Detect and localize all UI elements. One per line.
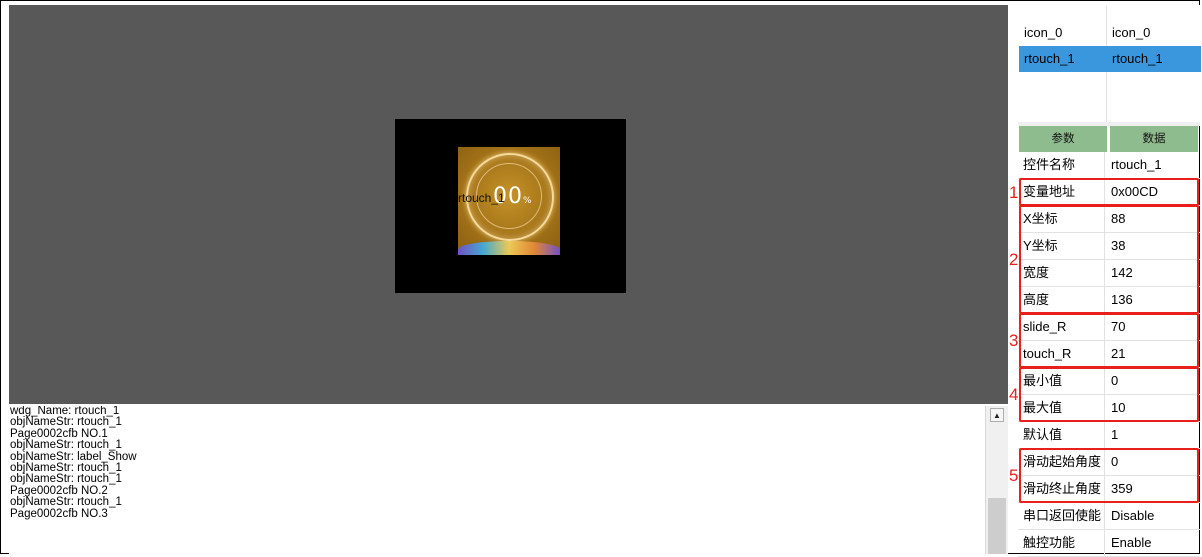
percent-unit: % bbox=[523, 196, 532, 206]
object-name-cell: icon_0 bbox=[1024, 25, 1063, 40]
log-line: objNameStr: label_Show bbox=[10, 450, 137, 463]
data-column-header[interactable]: 数据 bbox=[1110, 126, 1198, 152]
property-value[interactable]: Enable bbox=[1111, 530, 1151, 556]
property-key: 控件名称 bbox=[1019, 152, 1105, 178]
log-scrollbar[interactable]: ▲ bbox=[985, 406, 1008, 554]
object-value-cell: rtouch_1 bbox=[1112, 51, 1163, 66]
annotation-box bbox=[1019, 178, 1199, 206]
property-key: 触控功能 bbox=[1019, 530, 1105, 556]
log-line: objNameStr: rtouch_1 bbox=[10, 439, 122, 452]
object-name-cell: rtouch_1 bbox=[1024, 51, 1075, 66]
object-value-cell: icon_0 bbox=[1112, 25, 1151, 40]
annotation-box bbox=[1019, 367, 1199, 422]
property-row[interactable]: 默认值 1 bbox=[1018, 422, 1200, 449]
log-line: Page0002cfb NO.3 bbox=[10, 507, 108, 520]
annotation-box bbox=[1019, 313, 1199, 368]
log-line: Page0002cfb NO.2 bbox=[10, 484, 108, 497]
object-list-row[interactable]: icon_0 icon_0 bbox=[1019, 20, 1201, 46]
widget-base bbox=[458, 241, 560, 255]
property-value[interactable]: 1 bbox=[1111, 422, 1118, 448]
log-line: objNameStr: rtouch_1 bbox=[10, 496, 122, 509]
property-row[interactable]: 串口返回使能 Disable bbox=[1018, 503, 1200, 530]
log-panel[interactable]: wdg_Name: rtouch_1 objNameStr: rtouch_1 Pa… bbox=[9, 406, 985, 554]
annotation-number: 1 bbox=[1009, 182, 1019, 202]
annotation-number: 3 bbox=[1009, 331, 1019, 350]
object-list-row[interactable]: rtouch_1 rtouch_1 bbox=[1019, 46, 1201, 72]
device-screen[interactable]: 00% rtouch_1 bbox=[395, 119, 626, 293]
design-canvas[interactable]: 00% rtouch_1 bbox=[9, 5, 1008, 404]
property-key: 串口返回使能 bbox=[1019, 503, 1105, 529]
scroll-thumb[interactable] bbox=[988, 498, 1006, 554]
log-line: objNameStr: rtouch_1 bbox=[10, 462, 122, 475]
log-line: objNameStr: rtouch_1 bbox=[10, 416, 122, 429]
log-line: wdg_Name: rtouch_1 bbox=[10, 406, 120, 417]
annotation-number: 2 bbox=[1009, 250, 1019, 269]
widget-name-label: rtouch_1 bbox=[458, 191, 505, 205]
annotation-box bbox=[1019, 205, 1199, 314]
property-key: 默认值 bbox=[1019, 422, 1105, 448]
scroll-up-icon[interactable]: ▲ bbox=[990, 408, 1004, 422]
param-column-header[interactable]: 参数 bbox=[1019, 126, 1107, 152]
property-row[interactable]: 控件名称 rtouch_1 bbox=[1018, 152, 1200, 179]
log-line: Page0002cfb NO.1 bbox=[10, 427, 108, 440]
log-line: objNameStr: rtouch_1 bbox=[10, 473, 122, 486]
annotation-box bbox=[1019, 448, 1199, 503]
property-value[interactable]: Disable bbox=[1111, 503, 1154, 529]
annotation-number: 4 bbox=[1009, 385, 1019, 404]
annotation-number: 5 bbox=[1009, 466, 1019, 485]
object-list[interactable]: icon_0 icon_0 rtouch_1 rtouch_1 bbox=[1018, 5, 1201, 123]
property-value[interactable]: rtouch_1 bbox=[1111, 152, 1162, 178]
property-row[interactable]: 触控功能 Enable bbox=[1018, 530, 1200, 557]
